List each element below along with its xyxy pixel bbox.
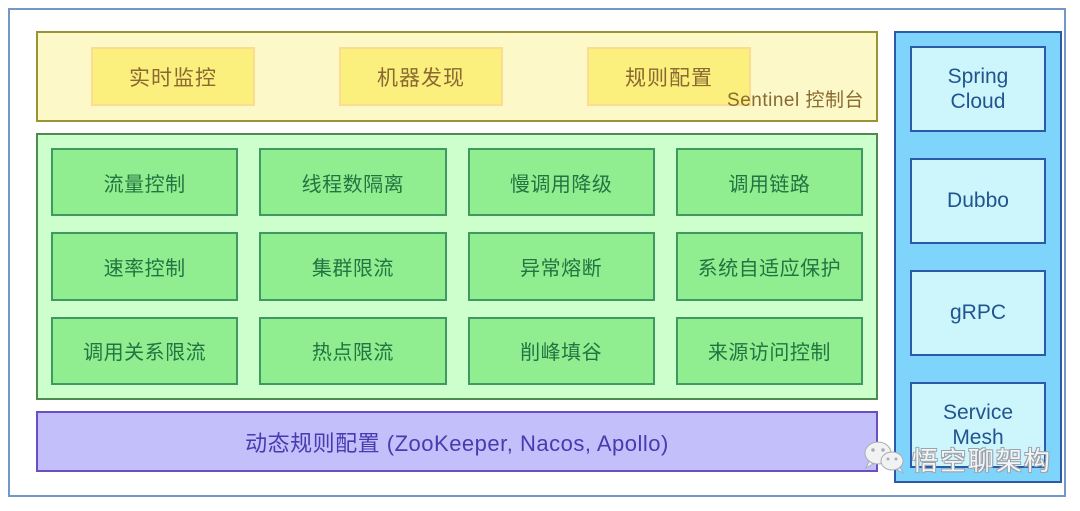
adapter-box-service-mesh[interactable]: Service Mesh bbox=[910, 382, 1046, 468]
core-box-label: 异常熔断 bbox=[520, 257, 603, 280]
console-box-machine-discovery[interactable]: 机器发现 bbox=[339, 47, 503, 106]
console-box-label: 实时监控 bbox=[129, 66, 217, 90]
core-box-system-adaptive-protection[interactable]: 系统自适应保护 bbox=[675, 232, 863, 301]
core-box-label: 集群限流 bbox=[311, 257, 394, 280]
core-box-label: 热点限流 bbox=[311, 342, 394, 365]
core-box-label: 削峰填谷 bbox=[520, 342, 603, 365]
core-box-label: 系统自适应保护 bbox=[697, 257, 842, 280]
sentinel-console-label: Sentinel 控制台 bbox=[727, 90, 864, 111]
adapter-box-dubbo[interactable]: Dubbo bbox=[910, 158, 1046, 244]
core-box-label: 慢调用降级 bbox=[509, 173, 613, 196]
core-box-cluster-flow-limit[interactable]: 集群限流 bbox=[259, 232, 447, 301]
core-box-label: 流量控制 bbox=[103, 173, 186, 196]
adapter-box-spring-cloud[interactable]: Spring Cloud bbox=[910, 46, 1046, 132]
core-box-label: 线程数隔离 bbox=[301, 173, 405, 196]
sentinel-console-panel: 实时监控 机器发现 规则配置 Sentinel 控制台 bbox=[36, 31, 878, 122]
core-features-panel: 流量控制 线程数隔离 慢调用降级 调用链路 速率控制 集群限流 异常熔断 系统自… bbox=[36, 133, 878, 400]
dynamic-rule-config-label: 动态规则配置 (ZooKeeper, Nacos, Apollo) bbox=[245, 430, 669, 456]
core-box-call-chain[interactable]: 调用链路 bbox=[675, 148, 863, 217]
adapter-box-grpc[interactable]: gRPC bbox=[910, 270, 1046, 356]
core-box-relation-flow-limit[interactable]: 调用关系限流 bbox=[51, 316, 239, 385]
core-box-peak-shaving[interactable]: 削峰填谷 bbox=[467, 316, 655, 385]
core-box-flow-control[interactable]: 流量控制 bbox=[51, 148, 239, 217]
adapter-box-label: Service Mesh bbox=[942, 400, 1014, 449]
core-box-rate-control[interactable]: 速率控制 bbox=[51, 232, 239, 301]
core-box-exception-circuit-break[interactable]: 异常熔断 bbox=[467, 232, 655, 301]
core-box-label: 调用链路 bbox=[728, 173, 811, 196]
core-features-grid: 流量控制 线程数隔离 慢调用降级 调用链路 速率控制 集群限流 异常熔断 系统自… bbox=[51, 148, 863, 385]
adapter-box-label: gRPC bbox=[949, 301, 1007, 325]
sentinel-stack: 实时监控 机器发现 规则配置 Sentinel 控制台 流量控制 线程数隔离 慢… bbox=[36, 31, 878, 483]
console-box-label: 机器发现 bbox=[377, 66, 465, 90]
adapters-panel: Spring Cloud Dubbo gRPC Service Mesh bbox=[894, 31, 1062, 483]
core-box-slow-call-degrade[interactable]: 慢调用降级 bbox=[467, 148, 655, 217]
core-box-label: 来源访问控制 bbox=[707, 342, 831, 365]
core-box-origin-access-control[interactable]: 来源访问控制 bbox=[675, 316, 863, 385]
core-box-thread-isolation[interactable]: 线程数隔离 bbox=[259, 148, 447, 217]
adapter-box-label: Spring Cloud bbox=[947, 64, 1009, 113]
adapter-box-label: Dubbo bbox=[947, 189, 1009, 213]
console-box-label: 规则配置 bbox=[625, 66, 713, 90]
core-box-hotspot-flow-limit[interactable]: 热点限流 bbox=[259, 316, 447, 385]
dynamic-rule-config-panel[interactable]: 动态规则配置 (ZooKeeper, Nacos, Apollo) bbox=[36, 411, 878, 472]
core-box-label: 速率控制 bbox=[103, 257, 186, 280]
diagram-frame: 实时监控 机器发现 规则配置 Sentinel 控制台 流量控制 线程数隔离 慢… bbox=[8, 8, 1066, 497]
core-box-label: 调用关系限流 bbox=[83, 342, 207, 365]
console-box-realtime-monitor[interactable]: 实时监控 bbox=[91, 47, 255, 106]
